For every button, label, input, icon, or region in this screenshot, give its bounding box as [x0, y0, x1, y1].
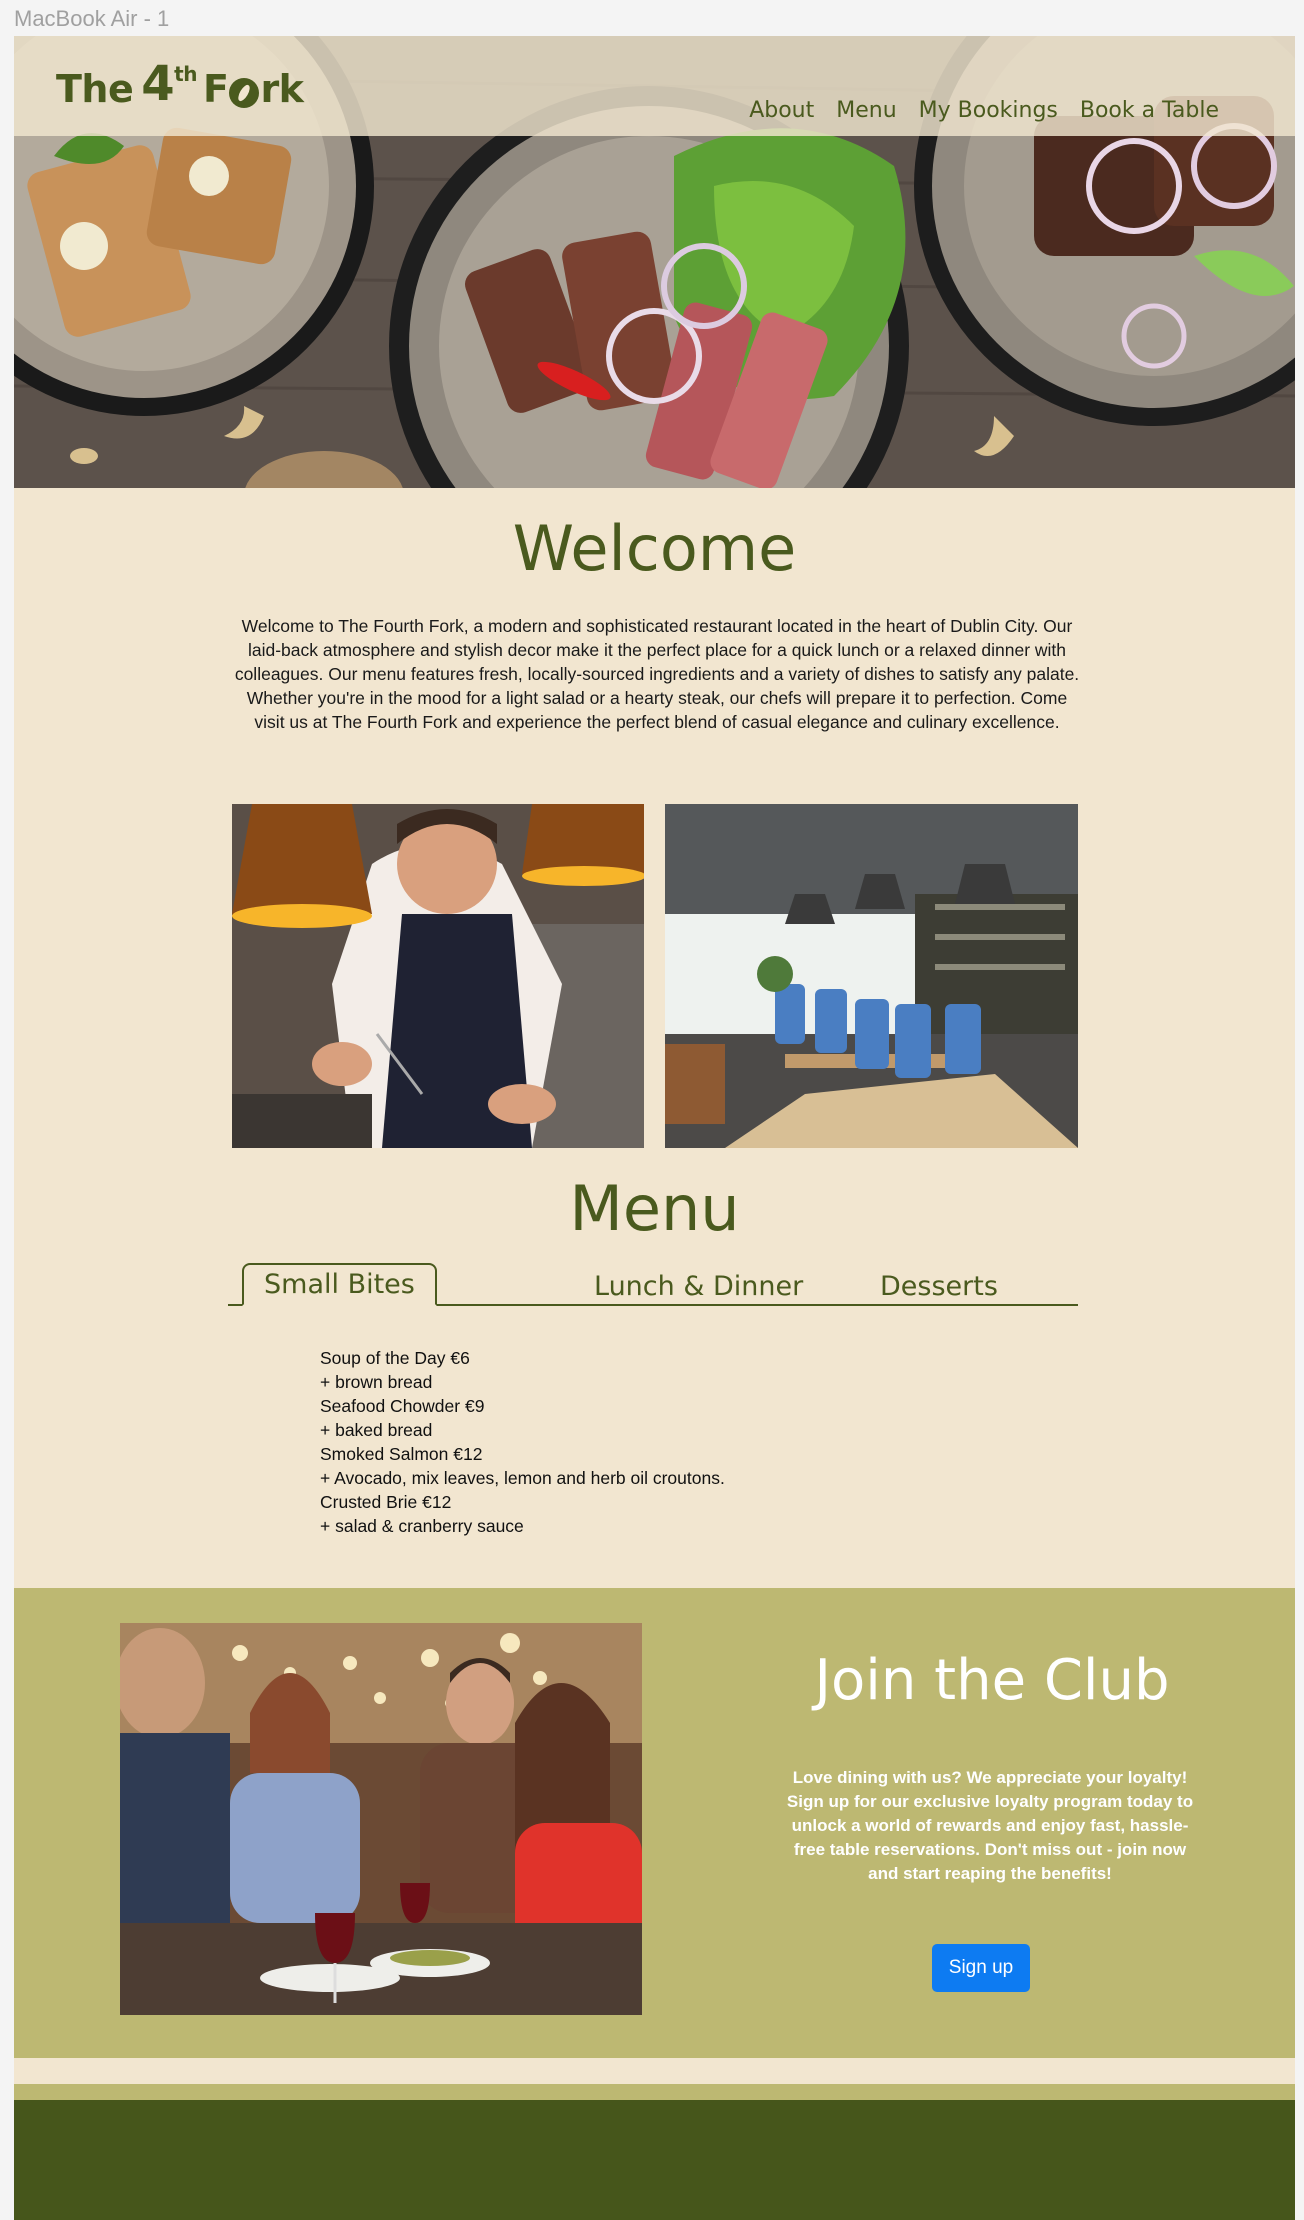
menu-item: Soup of the Day €6	[320, 1348, 470, 1368]
navbar: The 4 th F rk About Menu My Bookings Boo…	[14, 36, 1295, 136]
frame-label: MacBook Air - 1	[14, 6, 170, 31]
logo-suffix-end: rk	[260, 67, 304, 111]
menu-items: Soup of the Day €6 + brown bread Seafood…	[320, 1346, 725, 1538]
footer-accent-strip	[14, 2084, 1295, 2100]
menu-item: Smoked Salmon €12	[320, 1444, 483, 1464]
menu-item-detail: + salad & cranberry sauce	[320, 1516, 524, 1536]
tab-desserts[interactable]: Desserts	[860, 1267, 1018, 1306]
logo-prefix: The	[56, 67, 134, 111]
menu-item-detail: + Avocado, mix leaves, lemon and herb oi…	[320, 1468, 725, 1488]
nav-book-a-table[interactable]: Book a Table	[1080, 98, 1219, 123]
menu-item-detail: + brown bread	[320, 1372, 433, 1392]
menu-item-detail: + baked bread	[320, 1420, 433, 1440]
tab-small-bites[interactable]: Small Bites	[242, 1263, 437, 1306]
nav-about[interactable]: About	[749, 98, 814, 123]
nav-my-bookings[interactable]: My Bookings	[919, 98, 1058, 123]
main-nav: About Menu My Bookings Book a Table	[749, 98, 1219, 123]
restaurant-interior-photo	[665, 804, 1078, 1148]
fork-leaf-icon	[229, 78, 260, 108]
club-text: Love dining with us? We appreciate your …	[786, 1768, 1194, 1883]
loyalty-club-section: Join the Club Love dining with us? We ap…	[14, 1588, 1295, 2058]
menu-item: Seafood Chowder €9	[320, 1396, 485, 1416]
nav-menu[interactable]: Menu	[836, 98, 896, 123]
footer	[14, 2100, 1295, 2220]
diners-photo	[120, 1623, 642, 2015]
welcome-heading: Welcome	[512, 512, 797, 585]
chef-photo	[232, 804, 644, 1148]
brand-logo[interactable]: The 4 th F rk	[56, 56, 304, 114]
menu-item: Crusted Brie €12	[320, 1492, 452, 1512]
logo-superscript: th	[174, 62, 197, 86]
page: The 4 th F rk About Menu My Bookings Boo…	[14, 36, 1295, 2220]
club-heading: Join the Club	[814, 1648, 1170, 1713]
hero-image: The 4 th F rk About Menu My Bookings Boo…	[14, 36, 1295, 488]
welcome-text: Welcome to The Fourth Fork, a modern and…	[234, 616, 1080, 732]
logo-suffix-start: F	[202, 67, 229, 111]
tab-lunch-dinner[interactable]: Lunch & Dinner	[574, 1267, 823, 1306]
menu-heading: Menu	[569, 1172, 740, 1245]
logo-number: 4	[141, 56, 175, 112]
sign-up-button[interactable]: Sign up	[932, 1944, 1030, 1992]
menu-tabs: Small Bites Lunch & Dinner Desserts	[228, 1263, 1078, 1306]
